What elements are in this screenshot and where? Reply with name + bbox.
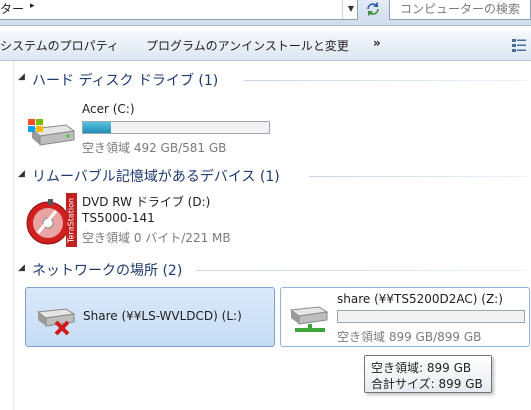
search-placeholder: コンピューターの検索 bbox=[400, 2, 521, 16]
collapse-triangle-icon[interactable]: ◢ bbox=[18, 169, 25, 179]
system-properties-button[interactable]: システムのプロパティ bbox=[0, 37, 119, 54]
free-space-text: 空き領域 899 GB/899 GB bbox=[337, 330, 482, 344]
tooltip-free-space: 空き領域: 899 GB bbox=[371, 361, 472, 375]
view-options-icon[interactable] bbox=[511, 38, 527, 52]
command-bar: システムのプロパティ プログラムのアンインストールと変更 » bbox=[0, 31, 531, 61]
terastation-disc-icon: TeraStation bbox=[26, 193, 77, 247]
navigation-pane-edge bbox=[0, 61, 14, 410]
free-space-text: 空き領域 0 バイト/221 MB bbox=[82, 231, 231, 245]
drive-item-d[interactable]: TeraStation DVD RW ドライブ (D:) TS5000-141 … bbox=[26, 191, 276, 251]
drive-name: share (¥¥TS5200D2AC) (Z:) bbox=[337, 292, 503, 306]
group-divider bbox=[196, 270, 527, 271]
group-header-network[interactable]: ネットワークの場所 (2) bbox=[32, 260, 182, 280]
collapse-triangle-icon[interactable]: ◢ bbox=[18, 72, 25, 82]
disc-label: TeraStation bbox=[67, 198, 76, 244]
tooltip-total-size: 合計サイズ: 899 GB bbox=[371, 377, 483, 391]
drive-name: DVD RW ドライブ (D:) bbox=[82, 195, 211, 209]
group-header-removable[interactable]: リムーバブル記憶域があるデバイス (1) bbox=[32, 166, 280, 186]
drive-item-c[interactable]: Acer (C:) 空き領域 492 GB/581 GB bbox=[26, 95, 276, 155]
address-path[interactable]: ター bbox=[0, 0, 24, 17]
drive-tooltip: 空き領域: 899 GB 合計サイズ: 899 GB bbox=[364, 355, 492, 393]
free-space-text: 空き領域 492 GB/581 GB bbox=[82, 141, 227, 155]
breadcrumb-arrow-icon[interactable]: ▸ bbox=[30, 1, 35, 11]
drive-name: Acer (C:) bbox=[82, 102, 135, 116]
capacity-bar bbox=[82, 121, 270, 134]
chevron-down-icon[interactable]: ▼ bbox=[342, 0, 359, 19]
capacity-bar bbox=[337, 310, 525, 323]
uninstall-program-button[interactable]: プログラムのアンインストールと変更 bbox=[146, 37, 349, 54]
windows-hard-drive-icon bbox=[28, 119, 76, 146]
address-bar[interactable]: ター ▸ ▼ bbox=[0, 0, 358, 20]
drive-item-l[interactable]: Share (¥¥LS-WVLDCD) (L:) bbox=[25, 287, 275, 347]
drive-item-z[interactable]: share (¥¥TS5200D2AC) (Z:) 空き領域 899 GB/89… bbox=[280, 287, 530, 347]
collapse-triangle-icon[interactable]: ◢ bbox=[18, 263, 25, 273]
capacity-bar-fill bbox=[83, 122, 112, 133]
address-bar-area: ター ▸ ▼ コンピューターの検索 bbox=[0, 0, 531, 26]
network-drive-icon bbox=[289, 306, 329, 332]
group-header-hard-disk[interactable]: ハード ディスク ドライブ (1) bbox=[32, 70, 218, 90]
drive-name: Share (¥¥LS-WVLDCD) (L:) bbox=[83, 309, 242, 323]
more-commands-button[interactable]: » bbox=[373, 36, 381, 50]
search-input[interactable]: コンピューターの検索 bbox=[389, 0, 531, 20]
volume-label: TS5000-141 bbox=[82, 211, 155, 225]
refresh-icon[interactable] bbox=[362, 0, 384, 20]
group-divider bbox=[244, 80, 527, 81]
group-divider bbox=[309, 176, 527, 177]
disconnected-network-drive-icon bbox=[36, 308, 76, 336]
